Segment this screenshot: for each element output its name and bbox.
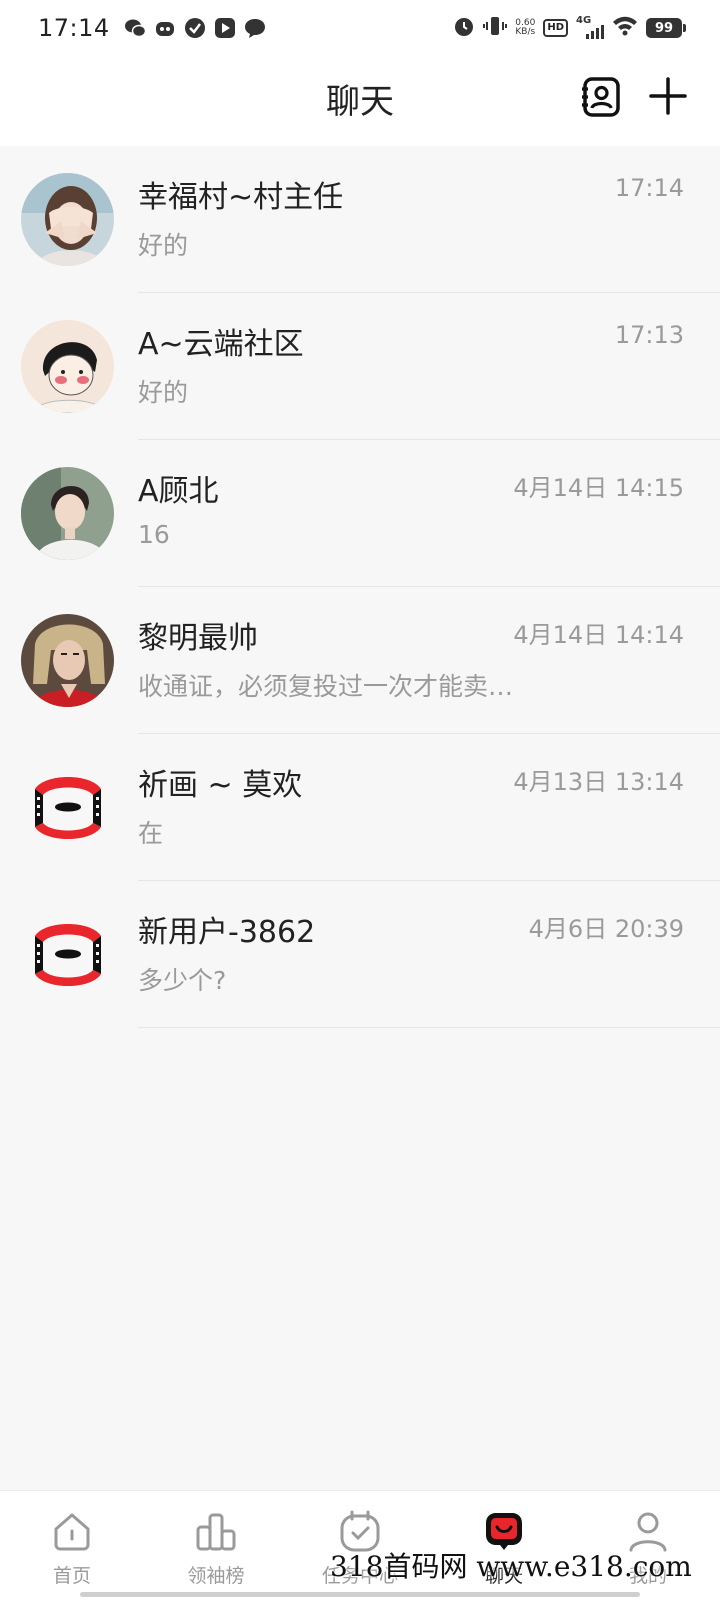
chat-list: 幸福村~村主任 17:14 好的 A~云端社区 17:13 好的 A顾北 4月1… — [0, 146, 720, 1028]
tab-label: 首页 — [52, 1565, 91, 1587]
film-logo-icon — [35, 777, 101, 839]
chat-name: 新用户-3862 — [138, 915, 316, 950]
app-header: 聊天 — [0, 56, 720, 146]
app-icon — [154, 17, 176, 39]
chat-last-message: 好的 — [138, 231, 189, 260]
chat-item[interactable]: A顾北 4月14日 14:15 16 — [0, 440, 720, 587]
chat-name: A~云端社区 — [138, 327, 304, 362]
chat-time: 4月14日 14:14 — [513, 621, 684, 649]
film-logo-icon — [35, 924, 101, 986]
avatar[interactable] — [21, 320, 114, 413]
tab-ranking[interactable]: 领袖榜 — [144, 1491, 288, 1600]
chat-item[interactable]: 祈画 ~ 莫欢 4月13日 13:14 在 — [0, 734, 720, 881]
chat-item[interactable]: A~云端社区 17:13 好的 — [0, 293, 720, 440]
avatar[interactable] — [21, 614, 114, 707]
chat-item[interactable]: 新用户-3862 4月6日 20:39 多少个? — [0, 881, 720, 1028]
chat-last-message: 在 — [138, 819, 164, 848]
chat-name: A顾北 — [138, 474, 219, 509]
chat-last-message: 收通证，必须复投过一次才能卖… — [138, 672, 514, 701]
watermark: 318首码网 www.e318.com — [330, 1550, 692, 1583]
tab-home[interactable]: 首页 — [0, 1491, 144, 1600]
contacts-button[interactable] — [580, 76, 622, 118]
chat-item[interactable]: 幸福村~村主任 17:14 好的 — [0, 146, 720, 293]
net-speed: 0.60 KB/s — [515, 18, 536, 37]
divider — [138, 1027, 720, 1028]
chat-item[interactable]: 黎明最帅 4月14日 14:14 收通证，必须复投过一次才能卖… — [0, 587, 720, 734]
chat-time: 4月13日 13:14 — [513, 768, 684, 796]
contacts-icon — [582, 77, 620, 117]
chat-time: 17:14 — [614, 174, 684, 202]
system-icons: 0.60 KB/s HD 4G 99 — [453, 15, 686, 41]
chat-last-message: 多少个? — [138, 966, 227, 995]
ranking-icon — [196, 1513, 236, 1551]
message-icon — [244, 17, 266, 39]
status-bar: 17:14 0.60 KB/s HD 4G 99 — [0, 0, 720, 56]
chat-name: 幸福村~村主任 — [138, 180, 344, 215]
tab-label: 领袖榜 — [187, 1565, 245, 1587]
avatar[interactable] — [21, 761, 114, 854]
avatar[interactable] — [21, 908, 114, 1001]
add-button[interactable] — [648, 76, 688, 116]
chat-time: 4月14日 14:15 — [513, 474, 684, 502]
chat-time: 4月6日 20:39 — [528, 915, 684, 943]
chat-last-message: 好的 — [138, 378, 189, 407]
avatar[interactable] — [21, 173, 114, 266]
vibrate-icon — [483, 15, 508, 41]
wechat-icon — [124, 17, 146, 39]
signal-icon: 4G — [576, 15, 604, 39]
avatar[interactable] — [21, 467, 114, 560]
status-time: 17:14 — [38, 14, 110, 42]
notification-icons — [124, 17, 266, 39]
chat-name: 祈画 ~ 莫欢 — [138, 768, 303, 803]
chat-last-message: 16 — [138, 520, 170, 549]
hd-badge: HD — [543, 19, 568, 37]
plus-icon — [649, 77, 687, 115]
chat-name: 黎明最帅 — [138, 621, 258, 656]
play-icon — [214, 17, 236, 39]
alarm-icon — [453, 15, 475, 41]
home-icon — [54, 1513, 90, 1551]
check-icon — [184, 17, 206, 39]
battery-icon: 99 — [646, 18, 686, 38]
chat-time: 17:13 — [614, 321, 684, 349]
wifi-icon — [612, 16, 638, 40]
